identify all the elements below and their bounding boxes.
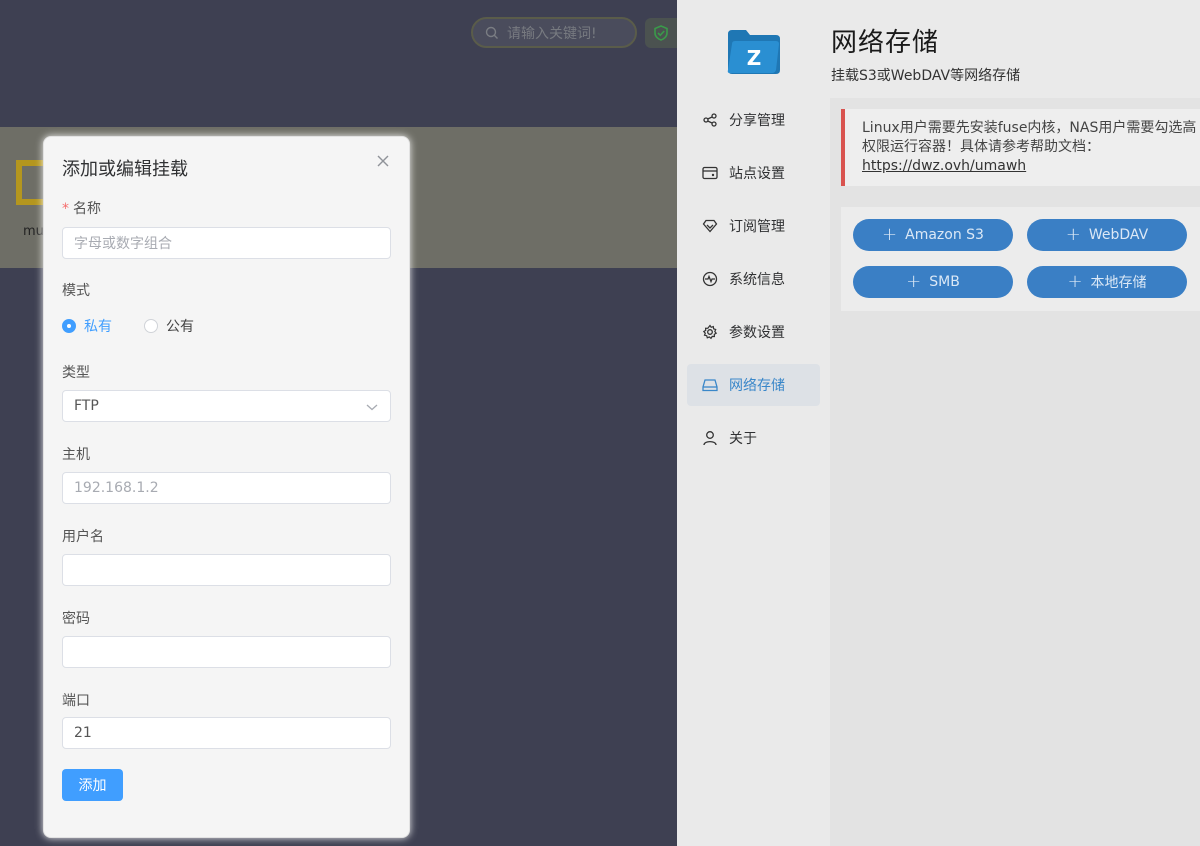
add-smb-button[interactable]: + SMB [853,266,1013,298]
plus-icon: + [1065,224,1081,245]
plus-icon: + [882,224,898,245]
background-text-fragment: mu [23,224,44,239]
radio-checked-icon [62,319,76,333]
sidebar-item-label: 站点设置 [729,166,785,182]
plus-icon: + [906,271,922,292]
share-icon [702,112,718,128]
sidebar-item-about[interactable]: 关于 [687,417,820,459]
page-subtitle: 挂载S3或WebDAV等网络存储 [831,68,1021,84]
plus-icon: + [1067,271,1083,292]
svg-text:Z: Z [747,46,762,70]
username-input[interactable] [62,554,391,586]
sidebar-item-label: 分享管理 [729,113,785,129]
shield-icon [645,18,677,48]
chevron-down-icon [366,404,378,411]
password-label: 密码 [62,611,90,627]
name-input[interactable]: 字母或数字组合 [62,227,391,259]
app-logo-icon: Z [727,30,780,74]
sidebar-item-label: 网络存储 [729,378,785,394]
background-logo-fragment [16,160,44,205]
sidebar-item-label: 订阅管理 [729,219,785,235]
add-webdav-button[interactable]: + WebDAV [1027,219,1187,251]
sidebar-item-system-info[interactable]: 系统信息 [687,258,820,300]
page-title: 网络存储 [831,28,940,58]
add-local-storage-button[interactable]: + 本地存储 [1027,266,1187,298]
password-input[interactable] [62,636,391,668]
sidebar-item-label: 系统信息 [729,272,785,288]
sidebar-item-label: 参数设置 [729,325,785,341]
type-label: 类型 [62,365,90,381]
user-icon [702,430,718,446]
warning-alert: Linux用户需要先安装fuse内核，NAS用户需要勾选高权限运行容器！具体请参… [841,109,1200,186]
type-select[interactable]: FTP [62,390,391,422]
add-amazon-s3-button[interactable]: + Amazon S3 [853,219,1013,251]
drive-icon [702,377,718,393]
close-icon[interactable] [376,154,390,168]
radio-unchecked-icon [144,319,158,333]
mode-radio-private[interactable]: 私有 [62,316,112,336]
alert-text: Linux用户需要先安装fuse内核，NAS用户需要勾选高权限运行容器！具体请参… [862,120,1197,155]
search-icon [485,26,498,39]
background-search-placeholder: 请输入关键词! [507,25,597,42]
sidebar-item-subscription[interactable]: 订阅管理 [687,205,820,247]
username-label: 用户名 [62,529,104,545]
sidebar-item-share[interactable]: 分享管理 [687,99,820,141]
host-label: 主机 [62,447,90,463]
add-button[interactable]: 添加 [62,769,123,801]
pulse-icon [702,271,718,287]
sidebar-item-network-storage[interactable]: 网络存储 [687,364,820,406]
name-label: * 名称 [62,201,101,217]
mode-label: 模式 [62,283,90,299]
dialog-title: 添加或编辑挂载 [62,159,188,180]
port-label: 端口 [62,693,90,709]
required-asterisk: * [62,201,69,217]
subscription-icon [702,218,718,234]
gear-icon [702,324,718,340]
port-input[interactable]: 21 [62,717,391,749]
sidebar-item-label: 关于 [729,431,757,447]
host-input[interactable]: 192.168.1.2 [62,472,391,504]
mode-radio-public[interactable]: 公有 [144,316,194,336]
sidebar-item-site-settings[interactable]: 站点设置 [687,152,820,194]
sidebar-item-parameters[interactable]: 参数设置 [687,311,820,353]
site-icon [702,165,718,181]
background-search-input: 请输入关键词! [471,17,637,48]
type-select-value: FTP [74,398,99,414]
help-doc-link[interactable]: https://dwz.ovh/umawh [862,158,1026,174]
